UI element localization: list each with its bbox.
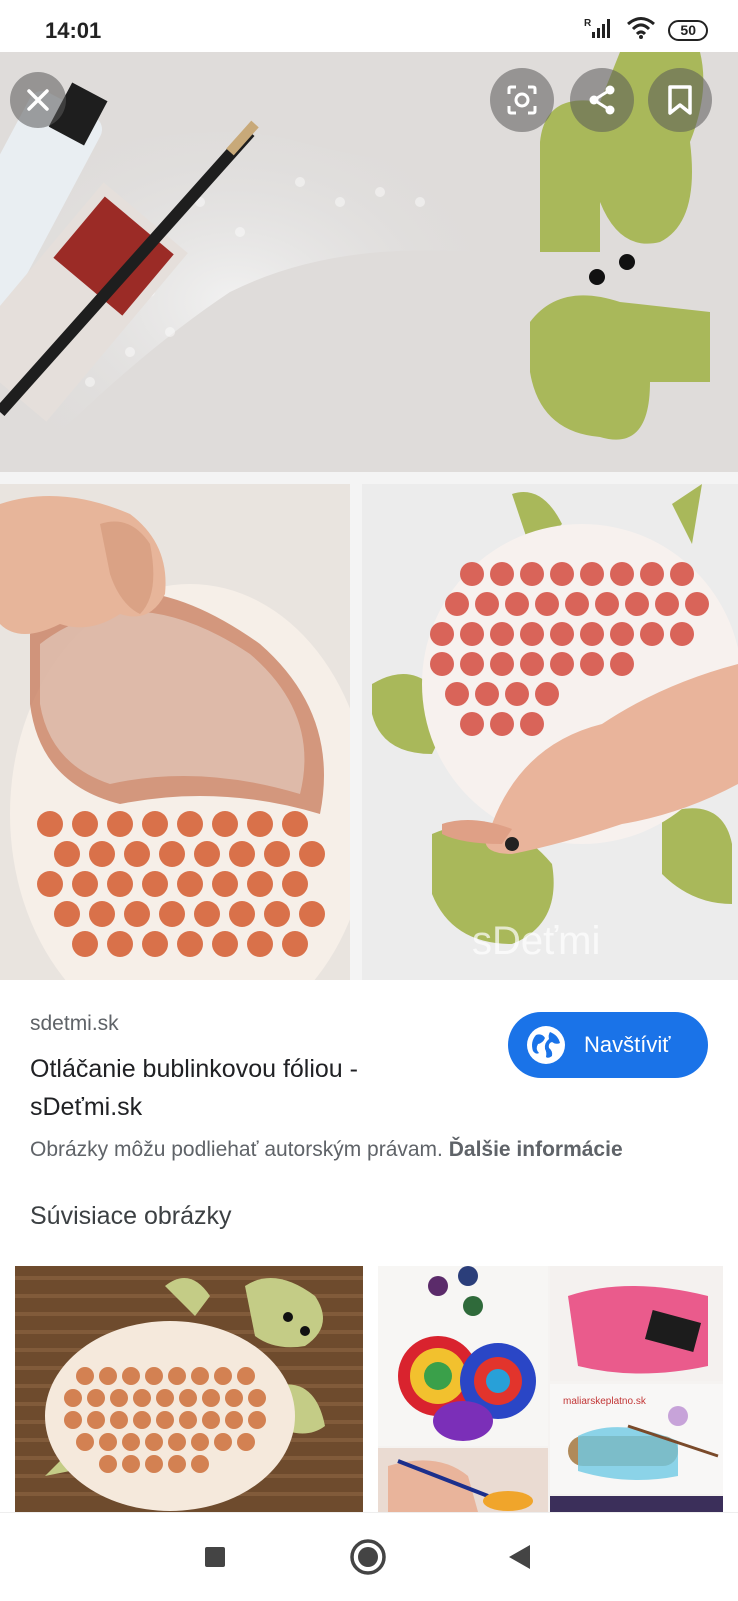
source-domain[interactable]: sdetmi.sk [30, 1012, 119, 1036]
signal-icon: R [584, 16, 614, 45]
status-bar: 14:01 R 50 [0, 0, 738, 52]
share-icon [589, 85, 615, 115]
image-viewer[interactable]: sDeťmi [0, 52, 738, 980]
lens-icon [507, 85, 537, 115]
save-button[interactable] [648, 68, 712, 132]
close-icon [27, 89, 49, 111]
related-image-2[interactable]: maliarskeplatno.sk [378, 1266, 723, 1512]
globe-icon [527, 1026, 565, 1064]
bookmark-icon [668, 85, 692, 115]
recent-apps-button[interactable] [193, 1535, 237, 1579]
home-icon [350, 1539, 386, 1575]
main-image-bottom-right: sDeťmi [362, 484, 738, 980]
home-button[interactable] [346, 1535, 390, 1579]
related-images-heading: Súvisiace obrázky [30, 1202, 232, 1230]
more-info-link[interactable]: Ďalšie informácie [449, 1138, 623, 1161]
copyright-text: Obrázky môžu podliehať autorským právam. [30, 1138, 443, 1161]
recent-apps-icon [205, 1547, 225, 1567]
copyright-notice: Obrázky môžu podliehať autorským právam.… [30, 1138, 623, 1162]
status-time: 14:01 [45, 18, 102, 43]
navigation-bar [0, 1512, 738, 1601]
back-icon [509, 1545, 530, 1569]
visit-button-label: Navštíviť [584, 1032, 671, 1057]
share-button[interactable] [570, 68, 634, 132]
image-watermark: sDeťmi [472, 919, 600, 963]
main-image-bottom-left [0, 484, 350, 980]
battery-icon: 50 [668, 20, 708, 41]
close-button[interactable] [10, 72, 66, 128]
wifi-icon [626, 16, 656, 45]
related-image-1[interactable] [15, 1266, 363, 1512]
signal-indicator-label: R [584, 18, 592, 29]
visit-button[interactable]: Navštíviť [508, 1012, 708, 1078]
thumb-watermark: maliarskeplatno.sk [563, 1396, 647, 1407]
back-button[interactable] [497, 1535, 541, 1579]
lens-button[interactable] [490, 68, 554, 132]
result-title[interactable]: Otláčanie bublinkovou fóliou - sDeťmi.sk [30, 1050, 430, 1126]
status-icons: R 50 [584, 16, 708, 45]
